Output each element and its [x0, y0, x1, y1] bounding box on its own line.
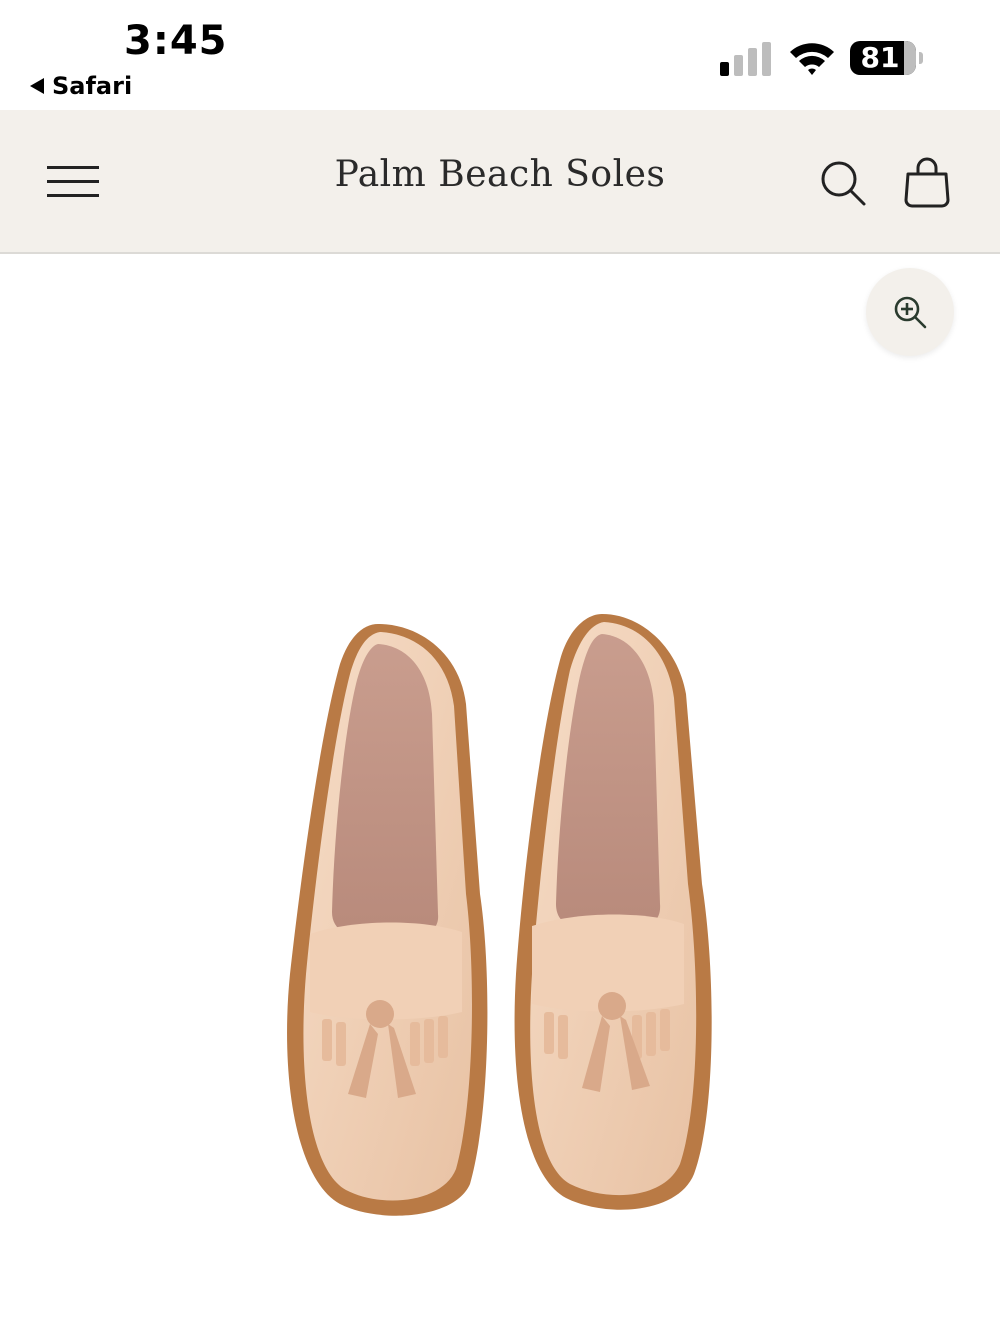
cellular-signal-icon: [720, 42, 771, 76]
back-arrow-icon: [30, 78, 44, 94]
battery-level: 81: [860, 41, 900, 74]
site-title[interactable]: Palm Beach Soles: [250, 154, 750, 195]
shopping-bag-icon[interactable]: [902, 156, 952, 208]
battery-icon: 81: [850, 41, 926, 77]
left-shoe: [287, 624, 488, 1216]
status-bar: 3:45 Safari 81: [0, 0, 1000, 110]
right-shoe: [514, 614, 712, 1210]
status-time: 3:45: [124, 18, 228, 64]
wifi-icon: [790, 43, 834, 75]
back-to-app-link[interactable]: Safari: [30, 72, 132, 100]
product-image-loafers[interactable]: [270, 594, 740, 1234]
hamburger-menu-icon[interactable]: [44, 162, 102, 202]
zoom-in-icon: [894, 296, 927, 329]
site-header: Palm Beach Soles: [0, 110, 1000, 254]
back-app-label: Safari: [52, 72, 133, 100]
product-gallery[interactable]: [0, 254, 1000, 1333]
search-icon[interactable]: [818, 158, 868, 208]
zoom-button[interactable]: [866, 268, 954, 356]
